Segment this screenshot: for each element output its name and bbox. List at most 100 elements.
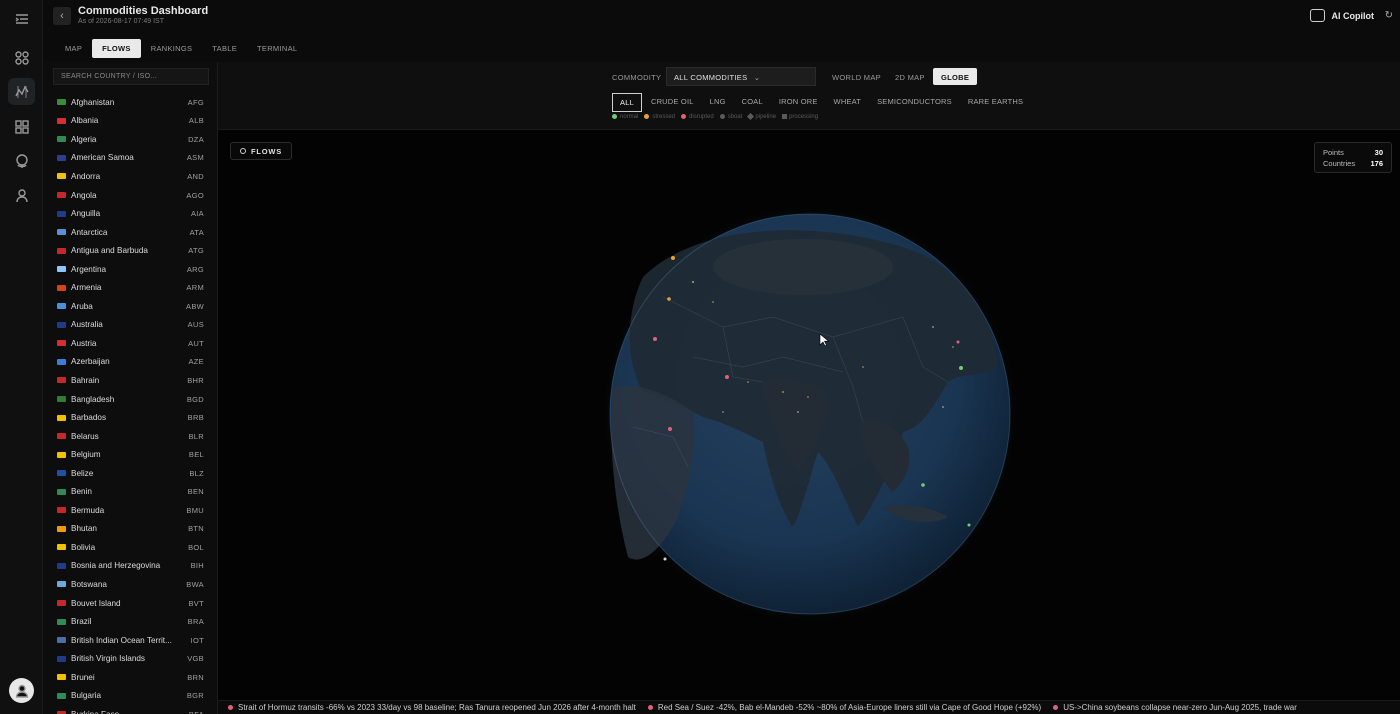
tab-flows[interactable]: FLOWS bbox=[92, 38, 141, 58]
ticker-item[interactable]: Red Sea / Suez -42%, Bab el-Mandeb -52% … bbox=[647, 703, 1041, 712]
country-iso: ASM bbox=[186, 153, 204, 163]
flow-point[interactable] bbox=[956, 340, 960, 344]
flow-point[interactable] bbox=[671, 256, 675, 260]
country-name: Bangladesh bbox=[71, 394, 115, 404]
country-row[interactable]: Bhutan BTN bbox=[43, 520, 217, 539]
flow-point[interactable] bbox=[663, 557, 667, 561]
globe-icon[interactable] bbox=[8, 147, 35, 174]
dashboard-icon[interactable] bbox=[8, 113, 35, 140]
country-row[interactable]: Bolivia BOL bbox=[43, 538, 217, 557]
country-iso: AZE bbox=[188, 357, 204, 367]
filter-iron-ore[interactable]: IRON ORE bbox=[772, 93, 825, 112]
country-row[interactable]: Afghanistan AFG bbox=[43, 93, 217, 112]
flag-icon bbox=[57, 488, 66, 495]
country-row[interactable]: Bahrain BHR bbox=[43, 371, 217, 390]
country-name: Belarus bbox=[71, 431, 99, 441]
country-name: Bolivia bbox=[71, 542, 96, 552]
refresh-icon[interactable]: ↻ bbox=[1385, 10, 1393, 21]
country-row[interactable]: Aruba ABW bbox=[43, 297, 217, 316]
commodity-select[interactable]: ALL COMMODITIES ⌄ bbox=[666, 67, 816, 86]
country-row[interactable]: Azerbaijan AZE bbox=[43, 353, 217, 372]
country-sidebar: SEARCH COUNTRY / ISO... Afghanistan AFG Al… bbox=[43, 62, 218, 714]
view-2d-map[interactable]: 2D MAP bbox=[887, 68, 933, 85]
country-row[interactable]: British Indian Ocean Territ... IOT bbox=[43, 631, 217, 650]
country-row[interactable]: Albania ALB bbox=[43, 112, 217, 131]
country-iso: BIH bbox=[190, 561, 204, 571]
country-row[interactable]: Benin BEN bbox=[43, 482, 217, 501]
country-row[interactable]: Bangladesh BGD bbox=[43, 390, 217, 409]
country-name: Andorra bbox=[71, 171, 101, 181]
country-iso: ATA bbox=[189, 227, 204, 237]
filter-lng[interactable]: LNG bbox=[703, 93, 733, 112]
flag-icon bbox=[57, 525, 66, 532]
country-row[interactable]: Austria AUT bbox=[43, 334, 217, 353]
country-iso: VGB bbox=[187, 654, 204, 664]
user-icon[interactable] bbox=[8, 182, 35, 209]
country-row[interactable]: American Samoa ASM bbox=[43, 149, 217, 168]
filter-rare-earths[interactable]: RARE EARTHS bbox=[961, 93, 1030, 112]
flows-chart-icon[interactable] bbox=[8, 78, 35, 105]
tab-rankings[interactable]: RANKINGS bbox=[141, 39, 203, 58]
legend-normal: normal bbox=[612, 114, 638, 120]
tab-terminal[interactable]: TERMINAL bbox=[247, 39, 307, 58]
country-row[interactable]: Algeria DZA bbox=[43, 130, 217, 149]
ticker-item[interactable]: Strait of Hormuz transits -66% vs 2023 3… bbox=[228, 703, 636, 712]
country-name: Azerbaijan bbox=[71, 357, 110, 367]
filter-semiconductors[interactable]: SEMICONDUCTORS bbox=[870, 93, 959, 112]
country-row[interactable]: Argentina ARG bbox=[43, 260, 217, 279]
country-row[interactable]: Belarus BLR bbox=[43, 427, 217, 446]
back-button[interactable]: ‹ bbox=[53, 7, 71, 25]
country-row[interactable]: Bermuda BMU bbox=[43, 501, 217, 520]
globe-canvas[interactable] bbox=[603, 207, 1017, 621]
filter-crude-oil[interactable]: CRUDE OIL bbox=[644, 93, 701, 112]
country-name: Burkina Faso bbox=[71, 710, 183, 714]
country-row[interactable]: Australia AUS bbox=[43, 316, 217, 335]
filter-wheat[interactable]: WHEAT bbox=[827, 93, 869, 112]
country-row[interactable]: Armenia ARM bbox=[43, 278, 217, 297]
country-row[interactable]: British Virgin Islands VGB bbox=[43, 649, 217, 668]
flag-icon bbox=[57, 358, 66, 365]
ticker-dot-icon bbox=[647, 705, 653, 710]
flow-point[interactable] bbox=[725, 375, 729, 379]
menu-collapse-icon[interactable] bbox=[8, 5, 35, 32]
country-row[interactable]: Anguilla AIA bbox=[43, 204, 217, 223]
country-row[interactable]: Burkina Faso BFA bbox=[43, 705, 217, 714]
country-row[interactable]: Antarctica ATA bbox=[43, 223, 217, 242]
filter-coal[interactable]: COAL bbox=[735, 93, 770, 112]
flag-icon bbox=[57, 396, 66, 403]
country-row[interactable]: Angola AGO bbox=[43, 186, 217, 205]
apps-grid-icon[interactable] bbox=[8, 44, 35, 71]
flow-point[interactable] bbox=[653, 337, 657, 341]
country-row[interactable]: Antigua and Barbuda ATG bbox=[43, 241, 217, 260]
avatar[interactable] bbox=[9, 678, 34, 703]
country-row[interactable]: Andorra AND bbox=[43, 167, 217, 186]
ticker-item[interactable]: US->China soybeans collapse near-zero Ju… bbox=[1053, 703, 1297, 712]
flow-point[interactable] bbox=[959, 366, 963, 370]
flow-point[interactable] bbox=[668, 427, 672, 431]
country-row[interactable]: Barbados BRB bbox=[43, 408, 217, 427]
country-row[interactable]: Bouvet Island BVT bbox=[43, 594, 217, 613]
country-name: Afghanistan bbox=[71, 97, 115, 107]
filter-all[interactable]: ALL bbox=[612, 93, 642, 112]
tab-table[interactable]: TABLE bbox=[202, 39, 247, 58]
flag-icon bbox=[57, 284, 66, 291]
country-row[interactable]: Bulgaria BGR bbox=[43, 687, 217, 706]
country-iso: BTN bbox=[188, 524, 204, 534]
country-iso: AUS bbox=[187, 320, 204, 330]
tab-map[interactable]: MAP bbox=[55, 39, 92, 58]
country-row[interactable]: Botswana BWA bbox=[43, 575, 217, 594]
flows-toggle-chip[interactable]: FLOWS bbox=[230, 142, 293, 160]
ai-copilot-button[interactable]: AI Copilot bbox=[1309, 9, 1374, 22]
search-input[interactable]: SEARCH COUNTRY / ISO... bbox=[53, 68, 209, 85]
country-row[interactable]: Belize BLZ bbox=[43, 464, 217, 483]
country-row[interactable]: Brunei BRN bbox=[43, 668, 217, 687]
view-globe[interactable]: GLOBE bbox=[933, 68, 978, 85]
view-world-map[interactable]: WORLD MAP bbox=[824, 68, 889, 85]
flow-point[interactable] bbox=[921, 483, 925, 487]
country-row[interactable]: Bosnia and Herzegovina BIH bbox=[43, 557, 217, 576]
country-name: Antigua and Barbuda bbox=[71, 246, 148, 256]
flow-point[interactable] bbox=[667, 297, 671, 301]
flow-point[interactable] bbox=[967, 523, 971, 527]
country-row[interactable]: Belgium BEL bbox=[43, 445, 217, 464]
country-row[interactable]: Brazil BRA bbox=[43, 612, 217, 631]
